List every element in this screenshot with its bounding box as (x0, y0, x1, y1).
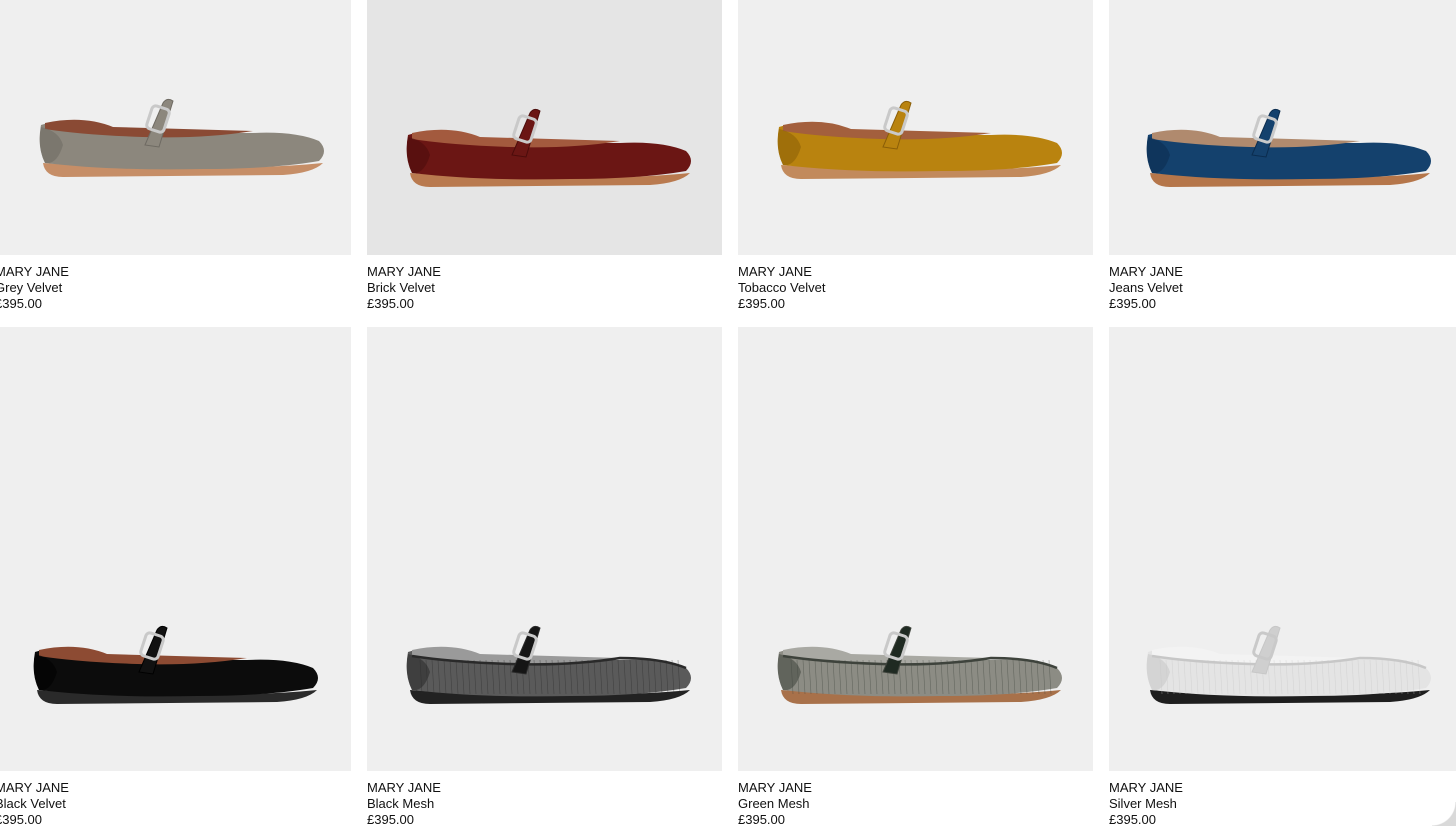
product-image[interactable] (0, 0, 351, 255)
product-line[interactable]: MARY JANE (367, 780, 722, 796)
product-card[interactable]: MARY JANE Grey Velvet £395.00 (0, 0, 351, 312)
shoe-illustration (1146, 108, 1431, 187)
product-line[interactable]: MARY JANE (1109, 780, 1456, 796)
product-card[interactable]: MARY JANE Silver Mesh £395.00 (1109, 327, 1456, 828)
product-price: £395.00 (367, 296, 414, 311)
product-variant[interactable]: Black Velvet (0, 796, 351, 812)
product-price: £395.00 (1109, 296, 1156, 311)
product-variant[interactable]: Grey Velvet (0, 280, 351, 296)
product-image[interactable] (1109, 327, 1456, 771)
product-variant[interactable]: Jeans Velvet (1109, 280, 1456, 296)
product-variant[interactable]: Black Mesh (367, 796, 722, 812)
product-line[interactable]: MARY JANE (0, 264, 351, 280)
product-price: £395.00 (738, 296, 785, 311)
product-image[interactable] (1109, 0, 1456, 255)
product-line[interactable]: MARY JANE (738, 780, 1093, 796)
shoe-illustration (777, 100, 1062, 179)
product-variant[interactable]: Brick Velvet (367, 280, 722, 296)
product-card[interactable]: MARY JANE Green Mesh £395.00 (738, 327, 1093, 828)
product-line[interactable]: MARY JANE (367, 264, 722, 280)
shoe-illustration (406, 625, 691, 704)
product-price: £395.00 (0, 296, 42, 311)
product-line[interactable]: MARY JANE (1109, 264, 1456, 280)
shoe-illustration (406, 108, 691, 187)
product-image[interactable] (738, 327, 1093, 771)
shoe-illustration (777, 625, 1062, 704)
product-image[interactable] (367, 327, 722, 771)
product-variant[interactable]: Silver Mesh (1109, 796, 1456, 812)
product-variant[interactable]: Green Mesh (738, 796, 1093, 812)
product-line[interactable]: MARY JANE (0, 780, 351, 796)
shoe-illustration (33, 625, 319, 704)
shoe-illustration (1146, 625, 1431, 704)
shoe-illustration (39, 98, 325, 177)
product-image[interactable] (367, 0, 722, 255)
product-card[interactable]: MARY JANE Black Velvet £395.00 (0, 327, 351, 828)
window-corner (1432, 802, 1456, 826)
product-card[interactable]: MARY JANE Tobacco Velvet £395.00 (738, 0, 1093, 312)
product-variant[interactable]: Tobacco Velvet (738, 280, 1093, 296)
product-grid: MARY JANE Grey Velvet £395.00 MARY JANE … (0, 0, 1456, 828)
product-card[interactable]: MARY JANE Brick Velvet £395.00 (367, 0, 722, 312)
product-card[interactable]: MARY JANE Jeans Velvet £395.00 (1109, 0, 1456, 312)
product-card[interactable]: MARY JANE Black Mesh £395.00 (367, 327, 722, 828)
product-image[interactable] (0, 327, 351, 771)
product-line[interactable]: MARY JANE (738, 264, 1093, 280)
product-image[interactable] (738, 0, 1093, 255)
